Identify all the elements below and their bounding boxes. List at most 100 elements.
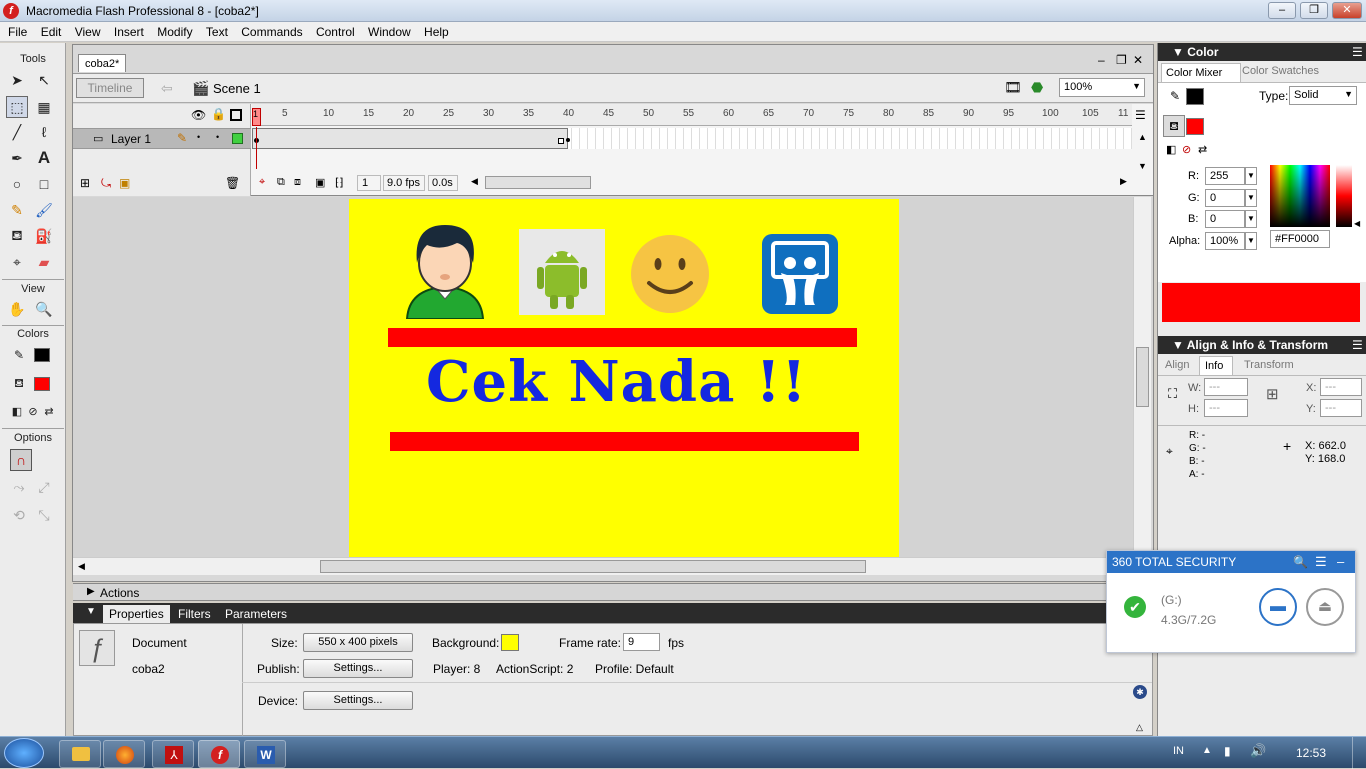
- doc-minimize-icon[interactable]: –: [1098, 53, 1105, 67]
- minimize-icon[interactable]: –: [1337, 551, 1344, 573]
- accessibility-icon[interactable]: ✱: [1133, 685, 1147, 699]
- hscroll-thumb[interactable]: [320, 560, 866, 573]
- device-settings-button[interactable]: Settings...: [303, 691, 413, 710]
- minimize-button[interactable]: –: [1268, 2, 1296, 19]
- b-dropdown-icon[interactable]: ▼: [1245, 210, 1257, 228]
- language-indicator[interactable]: IN: [1173, 745, 1184, 757]
- frames-row[interactable]: [252, 128, 1132, 149]
- menu-icon[interactable]: ☰: [1315, 551, 1327, 573]
- hand-tool-icon[interactable]: ✋: [6, 298, 28, 320]
- tab-color-mixer[interactable]: Color Mixer: [1161, 63, 1241, 82]
- collapse-arrow-icon[interactable]: ▼: [86, 606, 96, 617]
- taskbar-firefox[interactable]: [103, 740, 145, 768]
- text-tool-icon[interactable]: A: [33, 147, 55, 169]
- stroke-color-swatch[interactable]: [34, 348, 50, 362]
- stage-vscroll[interactable]: [1133, 197, 1151, 557]
- eject-button[interactable]: ⏏: [1306, 588, 1344, 626]
- tab-align[interactable]: Align: [1165, 359, 1189, 371]
- scroll-right-icon[interactable]: ▶: [1120, 176, 1127, 187]
- color-spectrum[interactable]: [1270, 165, 1330, 227]
- subselection-tool-icon[interactable]: ↖: [33, 69, 55, 91]
- start-button[interactable]: [4, 738, 44, 768]
- registration-grid-icon[interactable]: ⊞: [1266, 385, 1279, 403]
- taskbar-acrobat[interactable]: ⅄: [152, 740, 194, 768]
- r-input[interactable]: 255: [1205, 167, 1245, 185]
- actions-panel-header[interactable]: ▶ Actions: [73, 583, 1153, 601]
- publish-settings-button[interactable]: Settings...: [303, 659, 413, 678]
- insert-layer-icon[interactable]: ⊞: [80, 176, 90, 190]
- x-input[interactable]: ---: [1320, 378, 1362, 396]
- layer-outline-color[interactable]: [232, 133, 243, 144]
- edit-multiple-frames-icon[interactable]: ▣: [315, 176, 325, 189]
- menu-window[interactable]: Window: [363, 22, 416, 42]
- delete-layer-icon[interactable]: 🗑: [225, 176, 240, 190]
- clock[interactable]: 12:53: [1296, 746, 1326, 760]
- insert-folder-icon[interactable]: ▣: [119, 176, 130, 190]
- stage[interactable]: Cek Nada !!: [349, 199, 899, 557]
- outline-icon[interactable]: [230, 109, 242, 121]
- eye-icon[interactable]: 👁: [191, 108, 206, 122]
- tab-color-swatches[interactable]: Color Swatches: [1242, 65, 1319, 77]
- restore-button[interactable]: ❐: [1300, 2, 1328, 19]
- person-avatar-icon[interactable]: [401, 219, 489, 319]
- no-color-mixer-icon[interactable]: ⊘: [1182, 143, 1191, 156]
- color-panel-header[interactable]: ▼ Color ☰: [1158, 43, 1366, 61]
- edit-scene-icon[interactable]: 🎞: [1004, 79, 1022, 96]
- h-input[interactable]: ---: [1204, 399, 1248, 417]
- menu-commands[interactable]: Commands: [236, 22, 307, 42]
- menu-view[interactable]: View: [70, 22, 106, 42]
- scroll-up-icon[interactable]: ▲: [1138, 132, 1147, 142]
- open-folder-button[interactable]: ▬: [1259, 588, 1297, 626]
- alpha-dropdown-icon[interactable]: ▼: [1245, 232, 1257, 250]
- menu-file[interactable]: File: [3, 22, 32, 42]
- selection-tool-icon[interactable]: ➤: [6, 69, 28, 91]
- scroll-down-icon[interactable]: ▼: [1138, 161, 1147, 171]
- slider-arrow-icon[interactable]: ◀: [1354, 219, 1360, 228]
- zoom-select[interactable]: 100% ▼: [1059, 78, 1145, 97]
- modify-onion-markers-icon[interactable]: ⁅⁆: [335, 176, 344, 189]
- stage-title[interactable]: Cek Nada !!: [349, 349, 884, 415]
- r-dropdown-icon[interactable]: ▼: [1245, 167, 1257, 185]
- paint-bucket-tool-icon[interactable]: ⛽: [33, 225, 55, 247]
- center-frame-icon[interactable]: ⌖: [259, 176, 265, 189]
- timeline-hscroll-thumb[interactable]: [485, 176, 591, 189]
- network-icon[interactable]: ▮: [1224, 744, 1231, 758]
- g-dropdown-icon[interactable]: ▼: [1245, 189, 1257, 207]
- vscroll-thumb[interactable]: [1136, 347, 1149, 407]
- top-red-bar[interactable]: [388, 328, 857, 347]
- y-input[interactable]: ---: [1320, 399, 1362, 417]
- pen-tool-icon[interactable]: ✒: [6, 147, 28, 169]
- eraser-tool-icon[interactable]: ▰: [33, 251, 55, 273]
- b-input[interactable]: 0: [1205, 210, 1245, 228]
- panel-menu-icon[interactable]: ☰: [1352, 336, 1363, 354]
- taskbar-explorer[interactable]: [59, 740, 101, 768]
- type-select[interactable]: Solid ▼: [1289, 86, 1357, 105]
- smiley-icon[interactable]: [629, 233, 711, 315]
- snap-to-objects-icon[interactable]: ∩: [10, 449, 32, 471]
- fill-color-swatch-mixer[interactable]: [1186, 118, 1204, 135]
- frame-ruler[interactable]: 1 5 10 15 20 25 30 35 40 45 50 55 60 65 …: [252, 104, 1132, 126]
- tray-arrow-icon[interactable]: ▲: [1202, 745, 1212, 756]
- align-info-transform-header[interactable]: ▼ Align & Info & Transform ☰: [1158, 336, 1366, 354]
- alpha-input[interactable]: 100%: [1205, 232, 1245, 250]
- stroke-color-swatch-mixer[interactable]: [1186, 88, 1204, 105]
- playhead[interactable]: 1: [252, 108, 261, 126]
- slideshare-icon[interactable]: [761, 233, 839, 315]
- g-input[interactable]: 0: [1205, 189, 1245, 207]
- volume-icon[interactable]: 🔊: [1250, 743, 1266, 759]
- rectangle-tool-icon[interactable]: □: [33, 173, 55, 195]
- background-color-swatch[interactable]: [501, 634, 519, 651]
- tab-parameters[interactable]: Parameters: [219, 605, 293, 623]
- doc-close-icon[interactable]: ✕: [1133, 53, 1143, 67]
- taskbar-flash[interactable]: f: [198, 740, 240, 768]
- lock-dot[interactable]: •: [216, 132, 219, 142]
- keyframe-40[interactable]: [566, 138, 570, 142]
- panel-menu-icon[interactable]: ☰: [1352, 43, 1363, 61]
- onion-outlines-icon[interactable]: ⧈: [294, 176, 301, 189]
- fill-color-swatch[interactable]: [34, 377, 50, 391]
- swap-colors-icon[interactable]: ⇄: [38, 400, 60, 422]
- swap-colors-mixer-icon[interactable]: ⇄: [1198, 143, 1207, 156]
- doc-restore-icon[interactable]: ❐: [1116, 53, 1127, 67]
- eyedropper-tool-icon[interactable]: ⌖: [6, 251, 28, 273]
- close-window-button[interactable]: ✕: [1332, 2, 1362, 19]
